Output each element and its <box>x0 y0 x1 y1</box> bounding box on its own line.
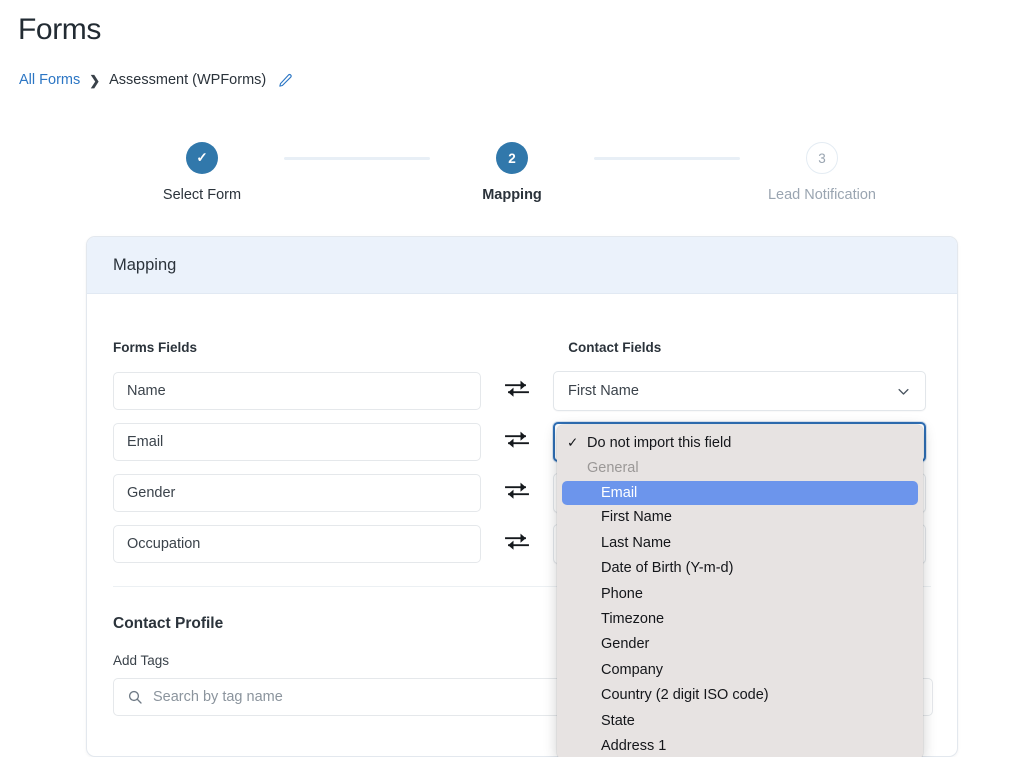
dropdown-option-label: Timezone <box>601 611 665 628</box>
form-field-email: Email <box>113 423 481 461</box>
dropdown-option-label: Address 1 <box>601 737 667 754</box>
swap-cell-3 <box>481 481 553 505</box>
dropdown-option-label: Email <box>601 484 638 501</box>
dropdown-option-label: State <box>601 712 635 729</box>
contact-fields-heading: Contact Fields <box>568 340 662 355</box>
stepper-step-3-label: Lead Notification <box>767 187 876 203</box>
mapping-column-headings: Forms Fields Contact Fields <box>113 340 931 355</box>
stepper-step-select-form[interactable]: ✓ Select Form <box>120 142 284 203</box>
breadcrumb-all-forms-link[interactable]: All Forms <box>19 72 80 88</box>
progress-stepper: ✓ Select Form 2 Mapping 3 Lead Notificat… <box>0 142 1024 203</box>
dropdown-option-country[interactable]: Country (2 digit ISO code) <box>557 683 923 708</box>
form-field-name: Name <box>113 372 481 410</box>
dropdown-option-last-name[interactable]: Last Name <box>557 530 923 555</box>
swap-cell-2 <box>481 430 553 454</box>
dropdown-option-gender[interactable]: Gender <box>557 632 923 657</box>
stepper-step-1-label: Select Form <box>162 187 242 203</box>
stepper-step-2-number: 2 <box>496 142 528 174</box>
forms-fields-heading: Forms Fields <box>113 340 198 355</box>
dropdown-group-general: General <box>557 455 923 480</box>
stepper-step-lead-notification[interactable]: 3 Lead Notification <box>740 142 904 203</box>
stepper-step-1-check-icon: ✓ <box>186 142 218 174</box>
stepper-step-3-number: 3 <box>806 142 838 174</box>
swap-horizontal-icon[interactable] <box>504 481 530 505</box>
breadcrumb: All Forms ❯ Assessment (WPForms) <box>19 72 293 88</box>
dropdown-option-timezone[interactable]: Timezone <box>557 606 923 631</box>
dropdown-option-label: First Name <box>601 509 672 526</box>
swap-cell-4 <box>481 532 553 556</box>
chevron-down-icon <box>896 384 911 399</box>
dropdown-option-do-not-import[interactable]: ✓ Do not import this field <box>557 430 923 455</box>
dropdown-option-email[interactable]: Email <box>562 480 918 505</box>
mapping-card-title: Mapping <box>113 256 177 274</box>
dropdown-option-date-of-birth[interactable]: Date of Birth (Y-m-d) <box>557 556 923 581</box>
dropdown-option-first-name[interactable]: First Name <box>557 505 923 530</box>
form-field-occupation: Occupation <box>113 525 481 563</box>
stepper-connector-1 <box>284 157 430 160</box>
pencil-icon[interactable] <box>278 73 293 88</box>
dropdown-option-label: Company <box>601 661 664 678</box>
heading-spacer <box>498 340 568 355</box>
stepper-step-2-label: Mapping <box>482 187 542 203</box>
dropdown-option-label: Phone <box>601 585 643 602</box>
stepper-step-mapping[interactable]: 2 Mapping <box>430 142 594 203</box>
form-field-gender: Gender <box>113 474 481 512</box>
dropdown-option-label: Last Name <box>601 534 672 551</box>
stepper-connector-2 <box>594 157 740 160</box>
contact-field-select-1[interactable]: First Name <box>553 371 926 411</box>
breadcrumb-separator-icon: ❯ <box>89 72 101 88</box>
dropdown-option-label: Country (2 digit ISO code) <box>601 687 769 704</box>
contact-field-select-1-value: First Name <box>568 383 639 399</box>
swap-cell-1 <box>481 379 553 403</box>
dropdown-option-label: Date of Birth (Y-m-d) <box>601 560 734 577</box>
contact-field-dropdown-menu[interactable]: ✓ Do not import this field General Email… <box>557 425 923 757</box>
dropdown-group-label: General <box>587 460 639 477</box>
check-icon: ✓ <box>567 434 579 450</box>
breadcrumb-current-form: Assessment (WPForms) <box>109 72 267 88</box>
mapping-card-header: Mapping <box>87 237 957 294</box>
swap-horizontal-icon[interactable] <box>504 430 530 454</box>
dropdown-option-label: Do not import this field <box>587 434 732 451</box>
dropdown-option-label: Gender <box>601 636 650 653</box>
page-title: Forms <box>18 13 101 46</box>
swap-horizontal-icon[interactable] <box>504 379 530 403</box>
dropdown-option-state[interactable]: State <box>557 708 923 733</box>
dropdown-option-address-1[interactable]: Address 1 <box>557 733 923 757</box>
search-icon <box>127 689 143 705</box>
swap-horizontal-icon[interactable] <box>504 532 530 556</box>
table-row: Name First Name <box>113 371 931 411</box>
dropdown-option-company[interactable]: Company <box>557 657 923 682</box>
dropdown-option-phone[interactable]: Phone <box>557 581 923 606</box>
